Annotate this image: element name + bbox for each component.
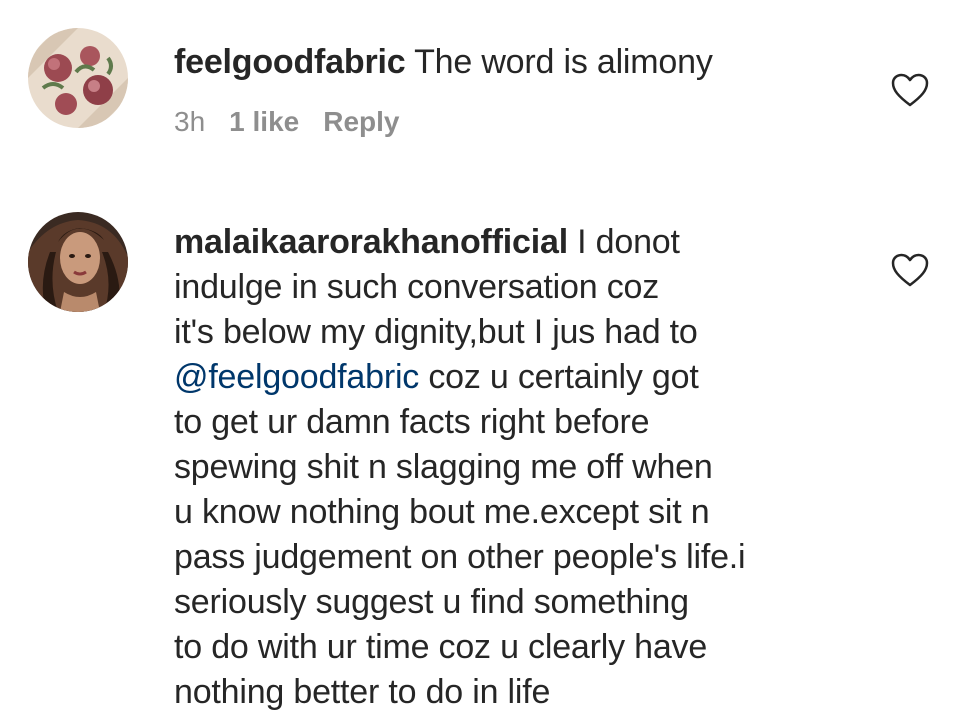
profile-photo-avatar-icon — [28, 212, 128, 312]
floral-fabric-avatar-icon — [28, 28, 128, 128]
comment-line: to do with ur time coz u clearly have — [174, 628, 708, 666]
comment-line: @feelgoodfabric coz u certainly got — [174, 355, 854, 400]
comment-line: nothing better to do in life — [174, 673, 551, 711]
heart-outline-icon[interactable] — [890, 252, 930, 288]
comment-line: spewing shit n slagging me off when — [174, 448, 713, 486]
comment-line: u know nothing bout me.except sit n — [174, 493, 710, 531]
comment-message: I donot — [567, 223, 680, 261]
comment-username[interactable]: feelgoodfabric — [174, 43, 406, 81]
comment-line: indulge in such conversation coz — [174, 268, 660, 306]
heart-outline-icon[interactable] — [890, 72, 930, 108]
mention-link[interactable]: @feelgoodfabric — [174, 358, 419, 396]
comment-line: malaikaarorakhanofficial I donot — [174, 220, 854, 265]
comment-meta: 3h 1 like Reply — [174, 106, 423, 138]
comment-line: to get ur damn facts right before — [174, 403, 650, 441]
comments-thread: feelgoodfabric The word is alimony 3h 1 l… — [0, 0, 960, 720]
comment-text: malaikaarorakhanofficial I donot indulge… — [174, 220, 854, 715]
comment-text: feelgoodfabric The word is alimony — [174, 40, 854, 85]
comment-likes[interactable]: 1 like — [229, 106, 299, 137]
comment-message: coz u certainly got — [419, 358, 699, 396]
comment-username[interactable]: malaikaarorakhanofficial — [174, 223, 568, 261]
avatar[interactable] — [28, 212, 128, 312]
comment-line: it's below my dignity,but I jus had to — [174, 313, 698, 351]
comment-line: pass judgement on other people's life.i — [174, 538, 746, 576]
avatar[interactable] — [28, 28, 128, 128]
comment-timestamp[interactable]: 3h — [174, 106, 205, 137]
comment-line: seriously suggest u find something — [174, 583, 689, 621]
comment-message: The word is alimony — [405, 43, 713, 81]
reply-button[interactable]: Reply — [323, 106, 399, 137]
